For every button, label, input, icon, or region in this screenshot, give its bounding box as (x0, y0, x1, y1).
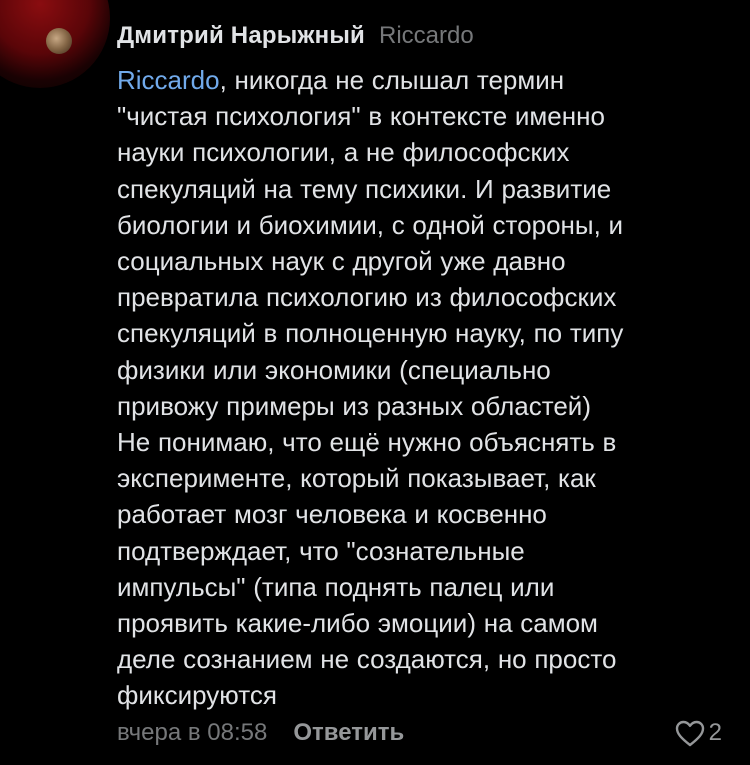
heart-outline-icon (675, 720, 705, 747)
comment-line: спекуляций в полноценную науку, по типу (117, 318, 624, 349)
mention-link[interactable]: Riccardo (117, 65, 220, 95)
comment-line: "чистая психология" в контексте именно (117, 101, 605, 132)
like-button[interactable]: 2 (675, 719, 722, 747)
reply-button[interactable]: Ответить (293, 719, 404, 747)
comment-line: фиксируются (117, 680, 277, 711)
avatar[interactable] (0, 0, 110, 88)
comment-line: спекуляций на тему психики. И развитие (117, 173, 612, 204)
comment-line: подтверждает, что "сознательные (117, 535, 525, 566)
comment-line-text: , никогда не слышал термин (219, 65, 565, 95)
comment-line: физики или экономики (специально (117, 354, 551, 385)
comment: Дмитрий Нарыжный Riccardo Riccardo, нико… (117, 22, 717, 714)
comment-text: Riccardo, никогда не слышал термин "чист… (117, 62, 717, 714)
comment-line: социальных наук с другой уже давно (117, 246, 566, 277)
comment-line: деле сознанием не создаются, но просто (117, 644, 617, 675)
comment-line: импульсы" (типа поднять палец или (117, 571, 555, 602)
comment-line: привожу примеры из разных областей) (117, 390, 591, 421)
timestamp: вчера в 08:58 (117, 719, 268, 746)
like-count: 2 (708, 719, 722, 746)
comment-header: Дмитрий Нарыжный Riccardo (117, 22, 717, 62)
comment-line: науки психологии, а не философских (117, 137, 570, 168)
comment-line: биологии и биохимии, с одной стороны, и (117, 209, 624, 240)
comment-line: эксперименте, который показывает, как (117, 463, 596, 494)
reply-to-name[interactable]: Riccardo (379, 22, 474, 50)
comment-line: Riccardo, никогда не слышал термин (117, 62, 717, 98)
author-name[interactable]: Дмитрий Нарыжный (117, 22, 365, 50)
comment-footer: вчера в 08:58 Ответить 2 (117, 715, 722, 751)
comment-line: проявить какие-либо эмоции) на самом (117, 608, 598, 639)
avatar-decoration (46, 28, 72, 54)
comment-line: Не понимаю, что ещё нужно объяснять в (117, 427, 617, 458)
comment-line: работает мозг человека и косвенно (117, 499, 547, 530)
comment-line: превратила психологию из философских (117, 282, 617, 313)
